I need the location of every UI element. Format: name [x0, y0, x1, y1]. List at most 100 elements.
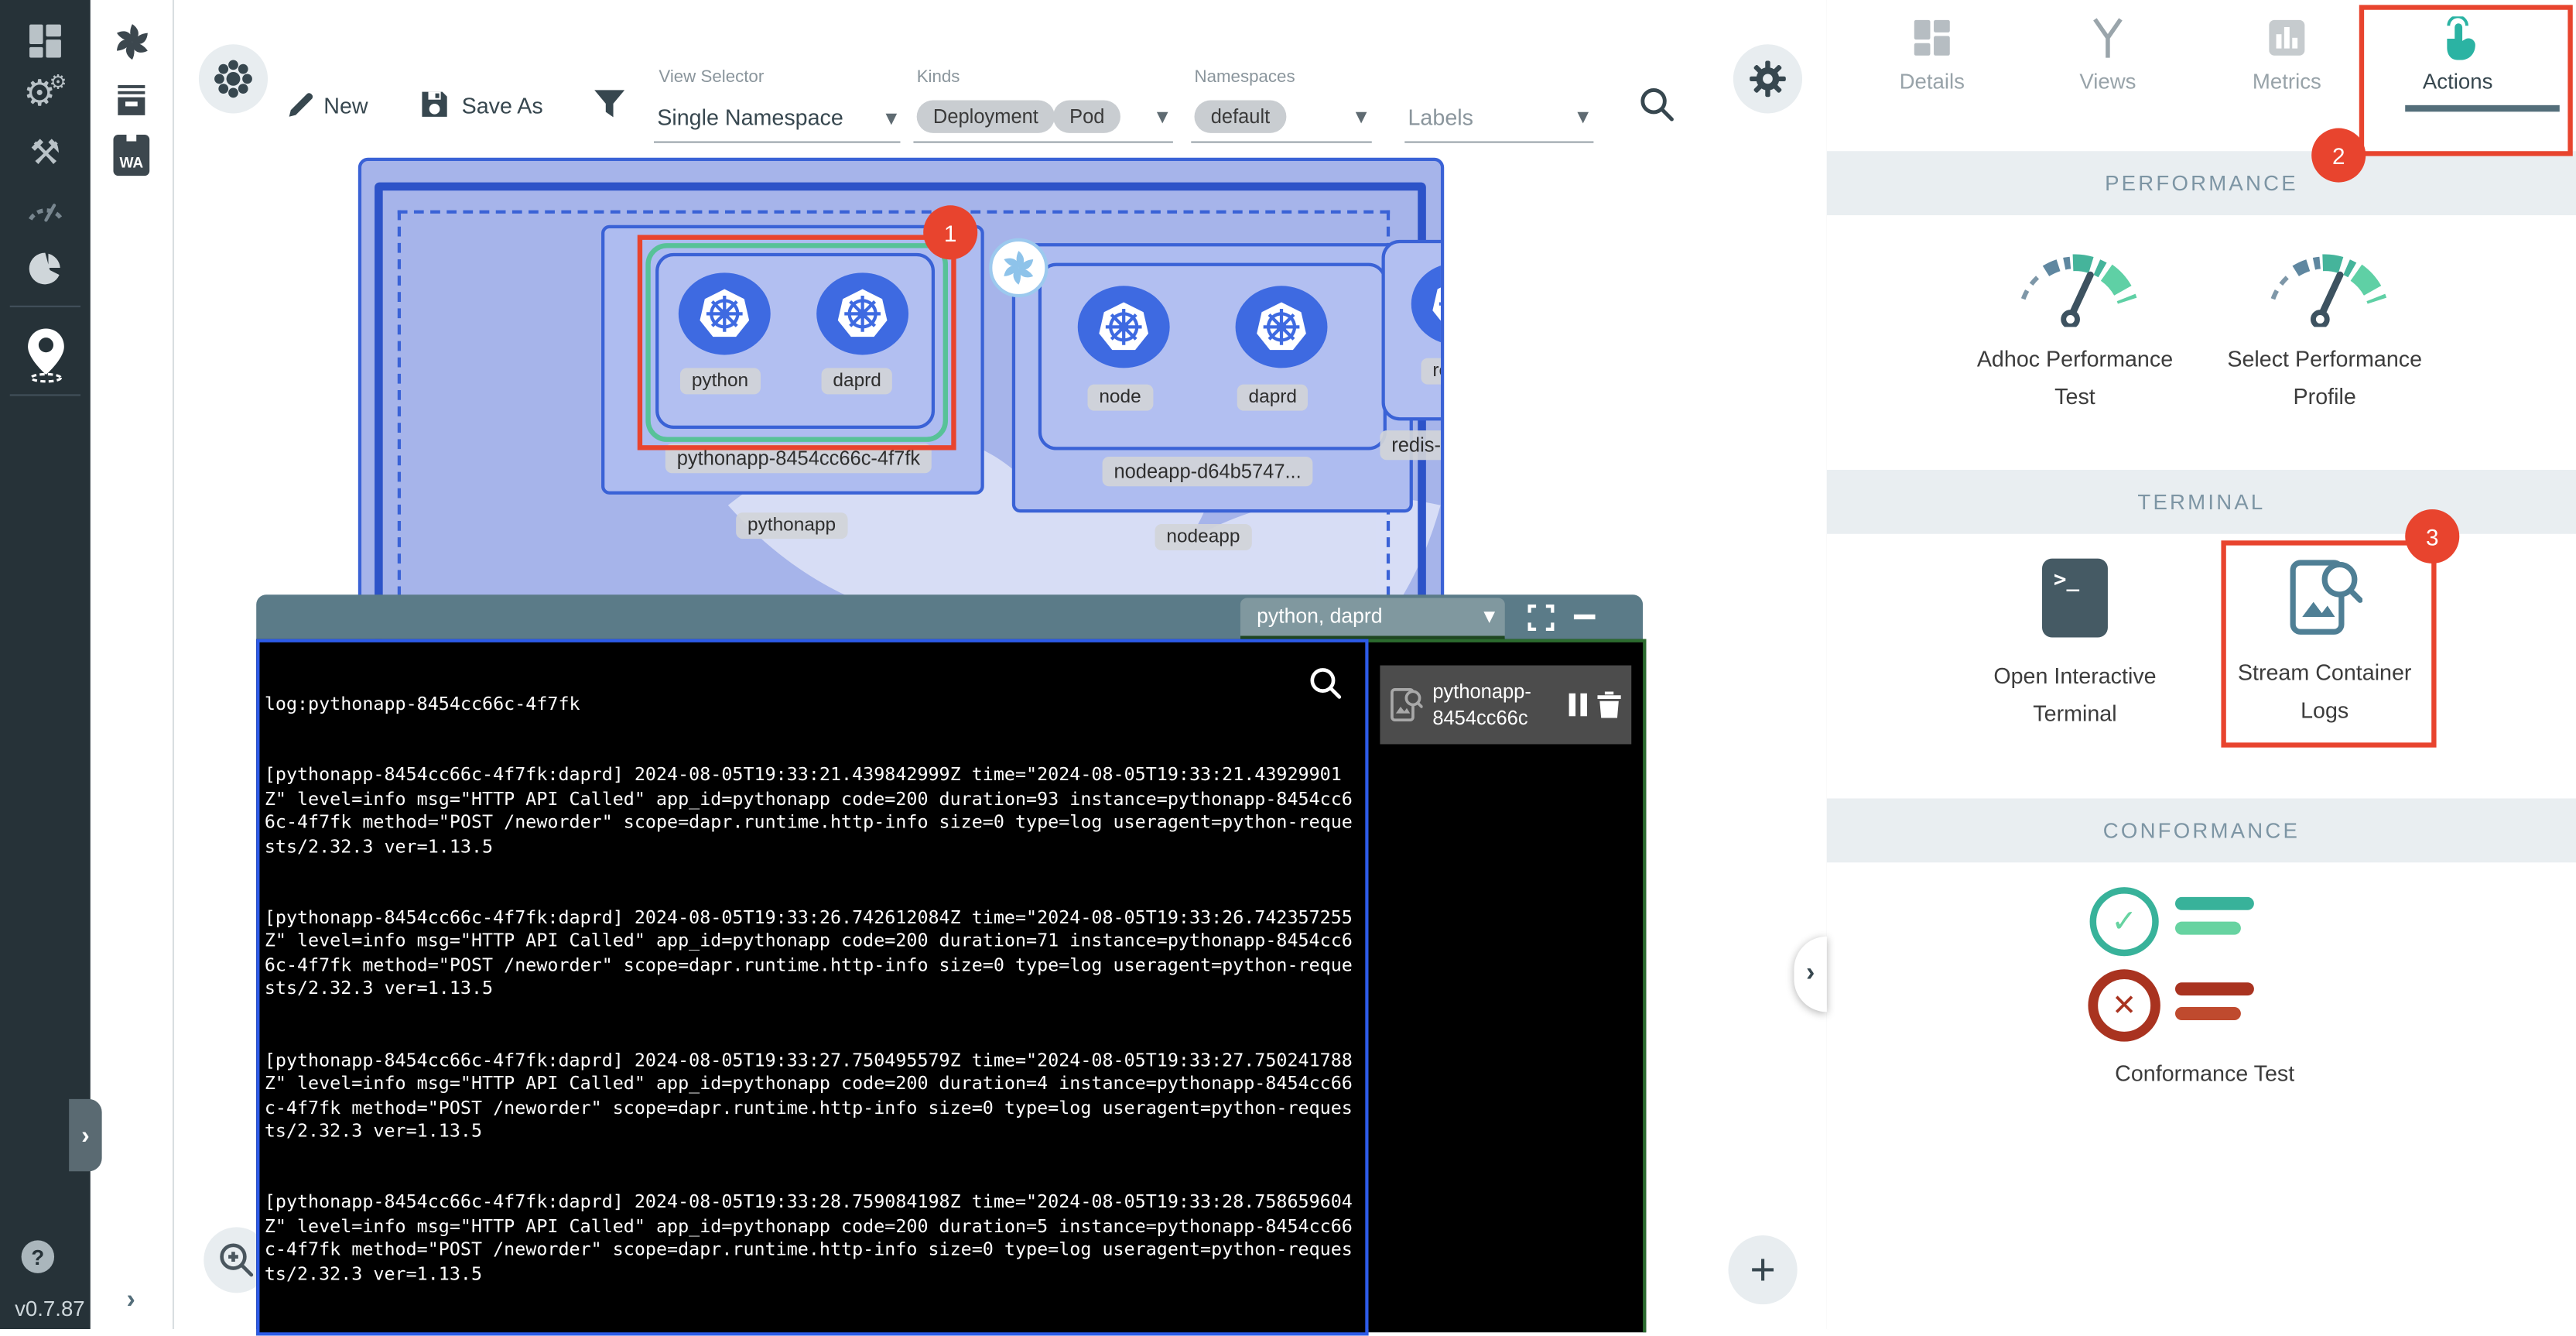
pod-label: redis-master-0 — [1380, 430, 1444, 460]
meshmap-app: ⚙⚙ ⚒ › ? v0.7.87 — [0, 0, 2576, 1329]
lifecycle-gears-icon[interactable]: ⚙⚙ — [0, 66, 91, 122]
container-node[interactable] — [1078, 286, 1170, 368]
annotation-red-box-3 — [2221, 540, 2436, 747]
minimize-icon[interactable] — [1574, 615, 1596, 619]
details-grid-icon — [1911, 16, 1953, 59]
pass-line — [2175, 922, 2241, 935]
terminal-window: python, daprd ▼ log:pythonapp-8454cc66c-… — [256, 594, 1643, 1329]
performance-section-header: PERFORMANCE — [1827, 151, 2576, 215]
deployment-box-nodeapp[interactable]: node daprd nodeapp-d64b5747... — [1012, 243, 1413, 512]
meshery-logo-icon[interactable] — [91, 13, 173, 69]
pause-icon[interactable] — [1569, 694, 1589, 717]
app-menu-button[interactable] — [199, 44, 268, 113]
chevron-down-icon: ▼ — [1157, 110, 1168, 126]
workspace-rail: WA › — [91, 0, 174, 1329]
deployment-label: nodeapp — [1155, 524, 1252, 550]
tab-details[interactable]: Details — [1886, 16, 1978, 94]
check-circle-icon: ✓ — [2090, 887, 2159, 956]
stream-logs-icon — [1390, 687, 1422, 723]
fail-line — [2175, 982, 2254, 995]
container-daprd[interactable] — [1236, 286, 1328, 368]
gauge-icon — [1997, 238, 2154, 327]
rail-divider — [10, 394, 80, 396]
log-session-item[interactable]: pythonapp- 8454cc66c — [1380, 666, 1631, 745]
kinds-select[interactable]: Deployment Pod ▼ — [913, 95, 1172, 143]
filter-funnel-icon[interactable] — [591, 87, 628, 123]
namespace-chip: default — [1194, 100, 1286, 132]
log-entry: [pythonapp-8454cc66c-4f7fk:daprd] 2024-0… — [265, 907, 1359, 1002]
details-panel: Details Views Metrics Actions 2 PERFORMA… — [1827, 0, 2576, 1329]
dashboard-icon[interactable] — [0, 13, 91, 69]
annotation-red-box-1 — [638, 235, 956, 450]
terminal-section-header: TERMINAL — [1827, 470, 2576, 534]
add-node-button[interactable]: + — [1729, 1235, 1798, 1304]
log-pane[interactable]: log:pythonapp-8454cc66c-4f7fk [pythonapp… — [256, 639, 1368, 1336]
adhoc-performance-test-action[interactable]: Adhoc Performance Test — [1996, 238, 2154, 416]
tab-metrics[interactable]: Metrics — [2238, 16, 2336, 94]
help-icon[interactable]: ? — [22, 1240, 54, 1273]
configuration-tools-icon[interactable]: ⚒ — [0, 125, 91, 180]
terminal-body: log:pythonapp-8454cc66c-4f7fk [pythonapp… — [256, 639, 1643, 1329]
select-performance-profile-action[interactable]: Select Performance Profile — [2246, 238, 2403, 416]
wasm-filter-icon[interactable]: WA — [113, 135, 149, 176]
views-branch-icon — [2086, 16, 2129, 59]
log-entry: [pythonapp-8454cc66c-4f7fk:daprd] 2024-0… — [265, 1050, 1359, 1145]
namespaces-select[interactable]: default ▼ — [1191, 95, 1372, 143]
pass-line — [2175, 897, 2254, 910]
pencil-icon[interactable] — [284, 89, 316, 122]
tab-views[interactable]: Views — [2061, 16, 2154, 94]
save-icon[interactable] — [419, 89, 450, 120]
annotation-badge-2: 2 — [2311, 128, 2366, 183]
fullscreen-icon[interactable] — [1527, 605, 1554, 631]
container-label: daprd — [1237, 385, 1309, 411]
search-icon[interactable] — [1638, 85, 1676, 123]
trash-icon[interactable] — [1597, 692, 1622, 718]
performance-gauge-icon[interactable] — [0, 180, 91, 236]
panel-collapse-handle[interactable]: › — [1794, 937, 1826, 1012]
pod-label: nodeapp-d64b5747... — [1103, 457, 1313, 486]
workspace-expand-chevron[interactable]: › — [126, 1286, 135, 1316]
kind-chip: Deployment — [917, 100, 1055, 132]
log-session-list: pythonapp- 8454cc66c — [1369, 639, 1647, 1333]
meshmap-pin-icon[interactable] — [0, 322, 91, 388]
log-search-icon[interactable] — [1308, 666, 1344, 702]
chevron-down-icon: ▼ — [1356, 110, 1367, 126]
fail-line — [2175, 1007, 2241, 1020]
conformance-section-header: CONFORMANCE — [1827, 798, 2576, 862]
view-selector-label: View Selector — [659, 67, 764, 87]
view-selector-select[interactable]: Single Namespace ▼ — [654, 98, 900, 142]
annotation-red-box-2 — [2359, 5, 2573, 156]
service-mesh-icon[interactable] — [0, 240, 91, 296]
log-header-line: log:pythonapp-8454cc66c-4f7fk — [265, 693, 1359, 717]
conformance-test-label: Conformance Test — [2057, 1055, 2352, 1093]
new-button[interactable]: New — [323, 94, 368, 118]
settings-gear-button[interactable] — [1733, 44, 1802, 113]
container-label: redis — [1421, 358, 1444, 385]
chevron-down-icon: ▼ — [1483, 609, 1495, 625]
container-redis[interactable] — [1411, 263, 1444, 345]
open-interactive-terminal-action[interactable]: >_ Open Interactive Terminal — [1996, 559, 2154, 733]
rail-expand-handle[interactable]: › — [69, 1099, 101, 1171]
labels-select[interactable]: Labels ▼ — [1404, 95, 1593, 143]
fail-circle-icon: ✕ — [2088, 969, 2160, 1041]
canvas[interactable]: python daprd 1 pythonapp-8454cc66c-4f7fk… — [173, 0, 1829, 1329]
log-entry: [pythonapp-8454cc66c-4f7fk:daprd] 2024-0… — [265, 1334, 1359, 1336]
pod-box-nodeapp[interactable]: node daprd — [1038, 263, 1387, 450]
container-selector[interactable]: python, daprd ▼ — [1240, 598, 1505, 639]
annotation-badge-1: 1 — [923, 205, 977, 259]
session-name: pythonapp- 8454cc66c — [1432, 679, 1569, 731]
deployment-label: pythonapp — [736, 512, 847, 539]
version-label: v0.7.87 — [15, 1297, 85, 1321]
chevron-down-icon: ▼ — [886, 111, 898, 128]
rail-divider — [10, 306, 80, 307]
chevron-down-icon: ▼ — [1577, 110, 1589, 126]
log-entry: [pythonapp-8454cc66c-4f7fk:daprd] 2024-0… — [265, 764, 1359, 859]
terminal-titlebar[interactable]: python, daprd ▼ — [256, 594, 1643, 639]
catalog-drawer-icon[interactable] — [91, 72, 173, 128]
kubernetes-icon — [1429, 276, 1444, 332]
kinds-label: Kinds — [917, 67, 960, 87]
log-entry: [pythonapp-8454cc66c-4f7fk:daprd] 2024-0… — [265, 1192, 1359, 1287]
save-as-button[interactable]: Save As — [462, 94, 543, 118]
namespaces-label: Namespaces — [1194, 67, 1295, 87]
pod-box-redis[interactable]: redis — [1382, 240, 1445, 420]
